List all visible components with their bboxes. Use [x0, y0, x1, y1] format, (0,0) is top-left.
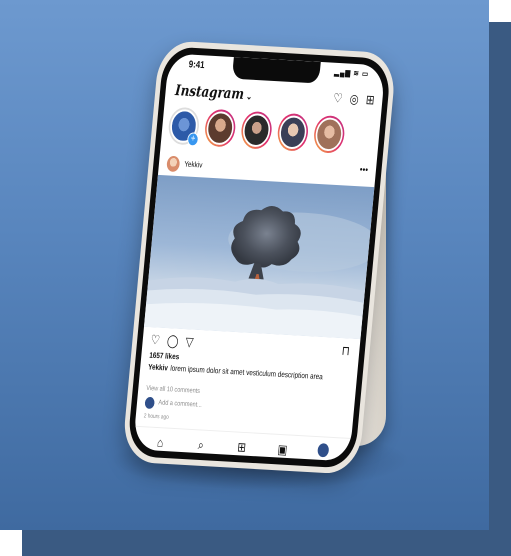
profile-tab[interactable]: [315, 443, 332, 461]
story-avatar: [241, 112, 272, 148]
bottom-tab-bar: ⌂ ⌕ ⊞ ▣: [132, 425, 352, 462]
post-author-avatar[interactable]: [166, 155, 181, 173]
status-time: 9:41: [188, 59, 206, 72]
post-photo[interactable]: [143, 174, 375, 340]
post-author-name[interactable]: Yekkiv: [184, 160, 203, 170]
background-panel: 9:41 ▂▄▆ ≋ ▭ Instagram⌄ ♡ ◎ ⊞ + Yekkiv •…: [0, 0, 489, 530]
chevron-down-icon[interactable]: ⌄: [246, 92, 253, 102]
search-icon[interactable]: ⌕: [192, 436, 209, 453]
view-all-comments-link[interactable]: View all 10 comments: [146, 385, 200, 395]
instagram-logo[interactable]: Instagram⌄: [174, 81, 253, 103]
logo-text: Instagram: [174, 81, 245, 103]
heart-icon[interactable]: ♡: [333, 90, 344, 106]
like-icon[interactable]: ♡: [150, 332, 161, 348]
story-avatar: [314, 116, 345, 152]
story-item[interactable]: [239, 110, 274, 150]
messenger-icon[interactable]: ◎: [349, 91, 359, 107]
phone-bezel: 9:41 ▂▄▆ ≋ ▭ Instagram⌄ ♡ ◎ ⊞ + Yekkiv •…: [126, 46, 392, 469]
likes-count[interactable]: 1657 likes: [149, 351, 180, 362]
home-icon[interactable]: ⌂: [152, 435, 169, 451]
story-avatar: [205, 110, 236, 146]
header-actions: ♡ ◎ ⊞: [333, 90, 375, 108]
own-avatar: [144, 396, 155, 410]
story-avatar: [277, 114, 308, 150]
phone-screen: 9:41 ▂▄▆ ≋ ▭ Instagram⌄ ♡ ◎ ⊞ + Yekkiv •…: [132, 53, 386, 462]
add-story-icon[interactable]: +: [186, 132, 200, 147]
save-icon[interactable]: ⊓: [341, 343, 350, 359]
story-own[interactable]: +: [167, 106, 201, 147]
profile-avatar: [317, 443, 330, 458]
comment-icon[interactable]: ◯: [166, 333, 179, 349]
story-item[interactable]: [312, 114, 346, 154]
phone-mockup: 9:41 ▂▄▆ ≋ ▭ Instagram⌄ ♡ ◎ ⊞ + Yekkiv •…: [121, 40, 398, 475]
stories-row: +: [167, 106, 346, 160]
caption-text: lorem ipsum dolor sit amet vesticulum de…: [169, 363, 324, 382]
post-caption: Yekkiv lorem ipsum dolor sit amet vesticu…: [148, 362, 346, 383]
add-icon[interactable]: ⊞: [233, 439, 250, 456]
new-post-icon[interactable]: ⊞: [365, 92, 375, 108]
add-comment-row[interactable]: Add a comment...: [144, 396, 202, 411]
reels-icon[interactable]: ▣: [274, 441, 291, 458]
caption-username[interactable]: Yekkiv: [148, 362, 168, 372]
story-item[interactable]: [203, 108, 237, 148]
share-icon[interactable]: ▽: [185, 334, 194, 350]
more-options-icon[interactable]: •••: [359, 165, 368, 176]
volcano-eruption-image: [143, 206, 375, 340]
story-item[interactable]: [276, 112, 310, 152]
post-timestamp: 2 hours ago: [143, 413, 170, 421]
post-actions-left: ♡ ◯ ▽: [150, 332, 194, 350]
add-comment-input[interactable]: Add a comment...: [158, 400, 202, 409]
status-icons: ▂▄▆ ≋ ▭: [333, 67, 370, 79]
